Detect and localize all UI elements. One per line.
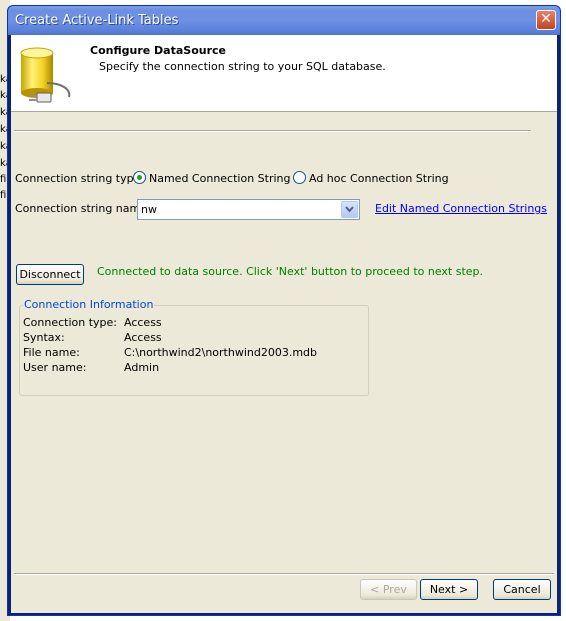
title-bar[interactable]: Create Active-Link Tables ✕ bbox=[8, 6, 560, 35]
dialog-window: Create Active-Link Tables ✕ Configure Da… bbox=[7, 5, 561, 616]
database-plug-icon bbox=[20, 47, 71, 103]
connection-info-legend: Connection Information bbox=[23, 298, 155, 311]
next-button[interactable]: Next > bbox=[420, 579, 478, 600]
connection-type-label: Connection string type: bbox=[15, 172, 145, 185]
wizard-header: Configure DataSource Specify the connect… bbox=[11, 35, 557, 112]
prev-button[interactable]: < Prev bbox=[360, 579, 417, 600]
footer-separator bbox=[14, 573, 554, 575]
page-subtitle: Specify the connection string to your SQ… bbox=[99, 60, 386, 73]
cancel-button[interactable]: Cancel bbox=[493, 579, 551, 600]
info-label: User name: bbox=[23, 361, 87, 374]
close-button[interactable]: ✕ bbox=[536, 10, 556, 30]
close-icon: ✕ bbox=[540, 11, 552, 27]
info-label: Connection type: bbox=[23, 316, 118, 329]
connection-name-value: nw bbox=[141, 203, 157, 216]
radio-named-connection-label[interactable]: Named Connection String bbox=[149, 172, 291, 185]
edit-named-connections-link[interactable]: Edit Named Connection Strings bbox=[375, 202, 547, 215]
page-title: Configure DataSource bbox=[90, 44, 226, 57]
chevron-down-icon bbox=[345, 206, 354, 213]
dialog-body: Configure DataSource Specify the connect… bbox=[11, 35, 557, 613]
info-value: Access bbox=[124, 331, 162, 344]
window-title: Create Active-Link Tables bbox=[15, 13, 179, 28]
radio-adhoc-connection-label[interactable]: Ad hoc Connection String bbox=[309, 172, 449, 185]
radio-named-connection[interactable] bbox=[133, 171, 146, 184]
info-value: Admin bbox=[124, 361, 160, 374]
info-value: C:\northwind2\northwind2003.mdb bbox=[124, 346, 317, 359]
connection-status-text: Connected to data source. Click 'Next' b… bbox=[97, 265, 484, 278]
disconnect-button[interactable]: Disconnect bbox=[16, 264, 84, 285]
dropdown-arrow[interactable] bbox=[341, 201, 358, 218]
radio-adhoc-connection[interactable] bbox=[293, 171, 306, 184]
separator bbox=[14, 130, 531, 132]
connection-info-group: Connection Information Connection type: … bbox=[19, 298, 369, 396]
info-value: Access bbox=[124, 316, 162, 329]
connection-name-dropdown[interactable]: nw bbox=[137, 199, 360, 220]
info-label: Syntax: bbox=[23, 331, 65, 344]
info-label: File name: bbox=[23, 346, 80, 359]
connection-name-label: Connection string name: bbox=[15, 202, 151, 215]
